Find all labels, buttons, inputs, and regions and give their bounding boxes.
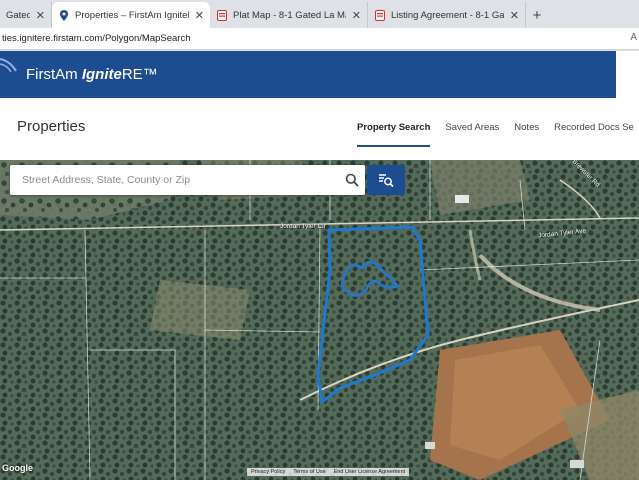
map-pin-icon [58,9,69,21]
app-logo[interactable]: FirstAm IgniteRE™ [0,66,158,83]
browser-tab-strip: Gated Lo ✕ Properties – FirstAm IgniteRE… [0,0,639,28]
search-input[interactable] [10,165,339,195]
tab-title: Listing Agreement - 8-1 Gated Lo [391,9,504,21]
header-spacer [616,51,639,98]
tab-property-search[interactable]: Property Search [357,122,431,147]
address-bar[interactable]: ties.ignitere.firstam.com/Polygon/MapSea… [0,28,639,50]
satellite-map[interactable]: Jordan Tyler Cir Jordan Tyler Ave Brewst… [0,160,639,480]
close-icon[interactable]: ✕ [352,9,361,22]
pdf-icon [374,9,385,21]
google-logo: Google [2,463,33,473]
browser-tab-properties[interactable]: Properties – FirstAm IgniteRE ✕ [52,2,210,28]
map-attribution: Privacy Policy Terms of Use End User Lic… [247,468,410,476]
address-search-box[interactable] [10,165,365,195]
reader-mode-icon[interactable]: A [630,32,637,43]
browser-tab-plat-map[interactable]: Plat Map - 8-1 Gated La Madera R ✕ [210,2,368,28]
eula-link[interactable]: End User License Agreement [334,469,406,475]
road-label: Jordan Tyler Cir [280,223,326,230]
tab-notes[interactable]: Notes [514,122,539,147]
brand-prefix: FirstAm [26,66,82,83]
terms-of-use-link[interactable]: Terms of Use [293,469,325,475]
page-header: Properties Property Search Saved Areas N… [0,98,639,160]
tab-title: Plat Map - 8-1 Gated La Madera R [233,9,346,21]
close-icon[interactable]: ✕ [36,9,45,22]
firstam-logo-swoosh-icon [0,58,17,73]
page-title: Properties [17,118,86,135]
new-tab-button[interactable]: + [526,2,548,28]
brand-suffix: RE™ [121,66,158,83]
close-icon[interactable]: ✕ [510,9,519,22]
app-header: FirstAm IgniteRE™ [0,51,616,98]
pdf-icon [216,9,227,21]
url-text[interactable]: ties.ignitere.firstam.com/Polygon/MapSea… [0,33,191,44]
list-search-icon [379,174,394,188]
browser-tab-listing-agreement[interactable]: Listing Agreement - 8-1 Gated Lo ✕ [368,2,526,28]
page-nav: Property Search Saved Areas Notes Record… [357,122,634,147]
browser-tab-gated-lot[interactable]: Gated Lo ✕ [0,2,52,28]
tab-title: Gated Lo [6,9,30,21]
map-search-button[interactable] [367,165,405,195]
close-icon[interactable]: ✕ [195,9,204,22]
tab-saved-areas[interactable]: Saved Areas [445,122,499,147]
privacy-policy-link[interactable]: Privacy Policy [251,469,285,475]
brand-name: Ignite [81,66,122,83]
search-icon[interactable] [339,165,365,195]
tab-recorded-docs[interactable]: Recorded Docs Se [554,122,634,147]
tab-title: Properties – FirstAm IgniteRE [75,9,189,21]
map-imagery [0,160,639,480]
